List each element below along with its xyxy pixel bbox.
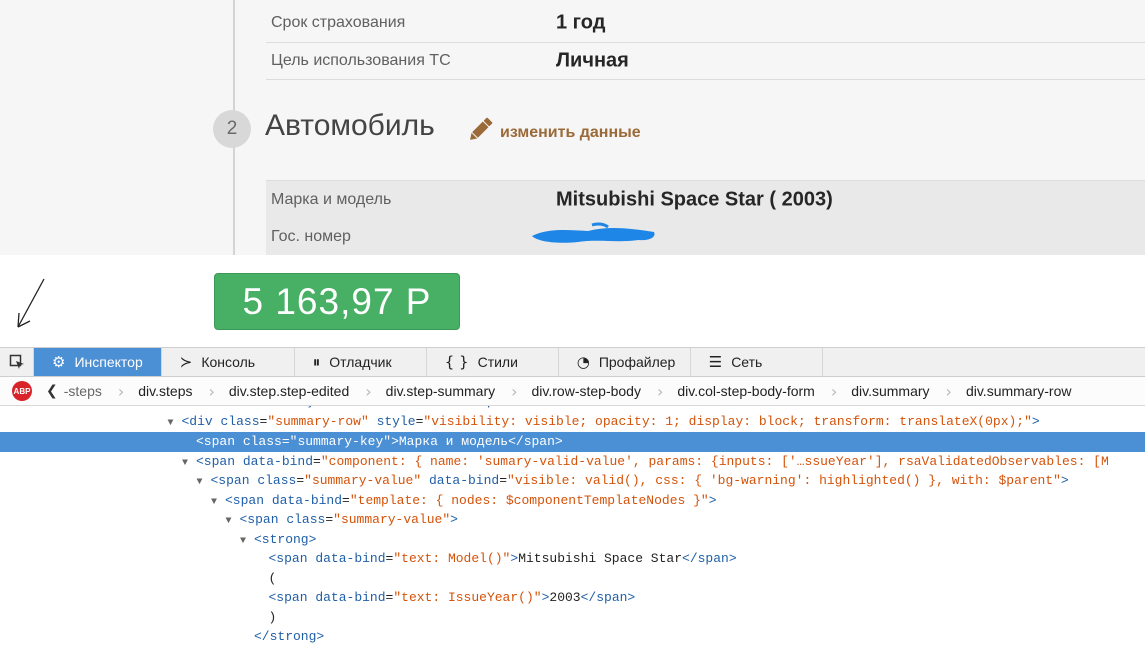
tab-debugger[interactable]: ⏸ Отладчик: [295, 348, 427, 376]
network-icon: ☰: [708, 353, 723, 371]
chevron-right-icon: ›: [945, 381, 952, 401]
chevron-right-icon: ›: [656, 381, 664, 401]
edit-data-label: изменить данные: [500, 123, 641, 141]
tab-label: Стили: [477, 354, 518, 370]
element-picker-button[interactable]: [0, 348, 34, 376]
breadcrumb-item[interactable]: div.step-summary: [386, 383, 505, 399]
adblock-icon[interactable]: ABP: [12, 381, 32, 401]
price-band: 5 163,97 Р: [0, 255, 1145, 347]
redaction-scribble: [532, 222, 655, 243]
tab-label: Отладчик: [329, 354, 392, 370]
markup-node[interactable]: </strong>: [0, 627, 1145, 647]
expand-toggle-icon[interactable]: ▼: [226, 512, 240, 532]
summary-row-plate: Гос. номер: [266, 218, 1145, 255]
tab-network[interactable]: ☰ Сеть: [691, 348, 823, 376]
summary-key: Цель использования ТС: [271, 51, 451, 69]
breadcrumb-item[interactable]: -steps: [64, 383, 112, 399]
markup-view: <div class="summary" data-bind="with: St…: [0, 406, 1145, 647]
tab-label: Консоль: [201, 354, 256, 370]
tab-profiler[interactable]: ◔ Профайлер: [559, 348, 691, 376]
tab-console[interactable]: ≻ Консоль: [162, 348, 295, 376]
chevron-right-icon: ›: [117, 381, 125, 401]
web-page: Срок страхования 1 год Цель использовани…: [0, 0, 1145, 255]
tab-label: Сеть: [731, 354, 763, 370]
chevron-right-icon: ›: [208, 381, 215, 401]
pencil-icon: [466, 116, 494, 149]
tab-styles[interactable]: { } Стили: [427, 348, 559, 376]
picker-icon: [9, 354, 24, 369]
markup-node[interactable]: ▼ <span class="summary-value" data-bind="…: [0, 471, 1145, 491]
console-icon: ≻: [179, 353, 193, 371]
breadcrumb-item[interactable]: div.col-step-body-form: [677, 383, 824, 399]
markup-node[interactable]: ▼ <strong>: [0, 530, 1145, 550]
profiler-icon: ◔: [576, 353, 590, 371]
chevron-right-icon: ›: [830, 381, 838, 401]
breadcrumb: ABP ❮ -steps › div.steps › div.step.step-e…: [0, 377, 1145, 406]
expand-toggle-icon[interactable]: ▼: [168, 414, 182, 434]
markup-node[interactable]: ▼ <span data-bind="template: { nodes: $co…: [0, 491, 1145, 511]
markup-node[interactable]: ): [0, 608, 1145, 628]
markup-node[interactable]: <span data-bind="text: IssueYear()">2003…: [0, 588, 1145, 608]
edit-data-link[interactable]: изменить данные: [466, 116, 641, 149]
markup-node[interactable]: <span data-bind="text: Model()">Mitsubis…: [0, 549, 1145, 569]
chevron-right-icon: ›: [365, 381, 372, 401]
chevron-left-icon[interactable]: ❮: [46, 383, 58, 399]
markup-node[interactable]: ▼ <span class="summary-value">: [0, 510, 1145, 530]
markup-node[interactable]: ▼ <div class="summary-row" style="visibil…: [0, 412, 1145, 432]
summary-value: 1 год: [556, 11, 606, 34]
summary-row-vehicle-usage: Цель использования ТС Личная: [266, 42, 1145, 80]
arrow-annotation-icon: [17, 278, 45, 328]
price-button[interactable]: 5 163,97 Р: [214, 273, 460, 330]
markup-node[interactable]: (: [0, 569, 1145, 589]
inspector-icon: ⚙: [52, 353, 66, 371]
devtools-toolbar: ⚙ Инспектор ≻ Консоль ⏸ Отладчик { } Сти…: [0, 347, 1145, 377]
braces-icon: { }: [444, 353, 469, 371]
summary-row-insurance-term: Срок страхования 1 год: [266, 4, 1145, 43]
summary-value: Mitsubishi Space Star ( 2003): [556, 188, 833, 210]
tab-inspector[interactable]: ⚙ Инспектор: [34, 348, 162, 376]
tab-label: Профайлер: [598, 354, 676, 370]
markup-node-selected[interactable]: <span class="summary-key">Марка и модель…: [0, 432, 1145, 452]
step-title: Автомобиль: [265, 109, 435, 142]
breadcrumb-item[interactable]: div.summary: [851, 383, 939, 399]
debugger-icon: ⏸: [312, 353, 321, 371]
tab-label: Инспектор: [74, 354, 143, 370]
summary-key: Марка и модель: [271, 190, 392, 208]
summary-row-make-model: Марка и модель Mitsubishi Space Star ( 2…: [266, 180, 1145, 219]
breadcrumb-item[interactable]: div.steps: [138, 383, 202, 399]
expand-toggle-icon[interactable]: ▼: [197, 473, 211, 493]
breadcrumb-item[interactable]: div.step.step-edited: [229, 383, 359, 399]
breadcrumb-item[interactable]: div.row-step-body: [532, 383, 651, 399]
summary-key: Гос. номер: [271, 227, 351, 245]
chevron-right-icon: ›: [511, 381, 518, 401]
summary-value: Личная: [556, 49, 629, 71]
summary-key: Срок страхования: [271, 14, 406, 31]
step-number: 2: [213, 110, 251, 148]
breadcrumb-item[interactable]: div.summary-row: [966, 383, 1082, 399]
markup-node[interactable]: ▼ <span data-bind="component: { name: 'su…: [0, 452, 1145, 472]
